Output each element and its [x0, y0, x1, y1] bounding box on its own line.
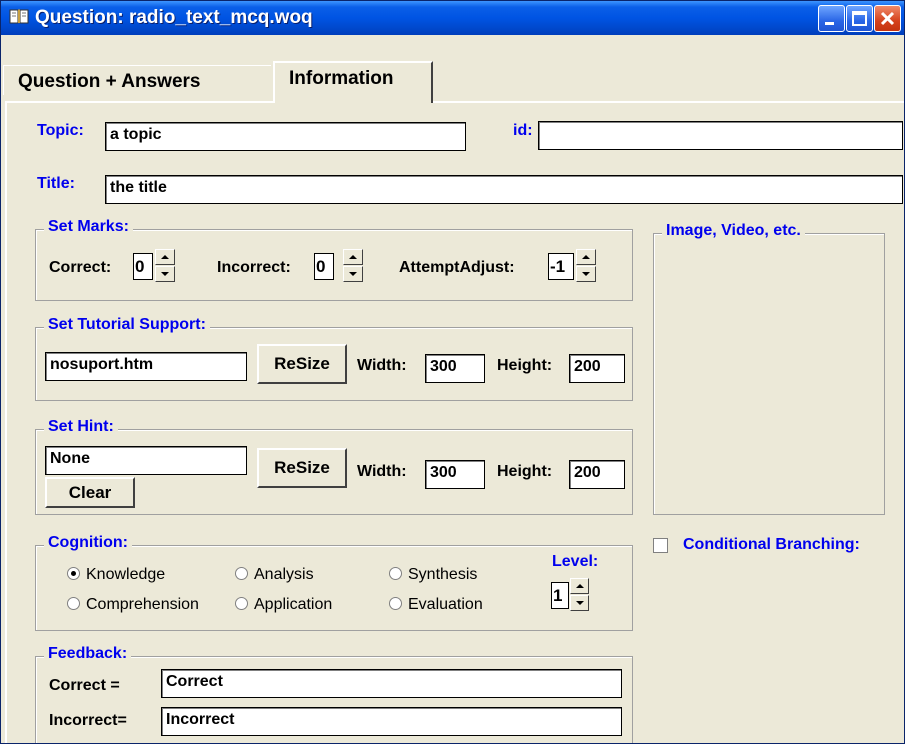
radio-icon[interactable]: [389, 567, 402, 580]
level-value[interactable]: 1: [551, 582, 569, 609]
tutorial-width-input[interactable]: 300: [425, 354, 485, 383]
level-label: Level:: [552, 553, 599, 570]
book-icon: [9, 9, 29, 24]
feedback-incorrect-input[interactable]: Incorrect: [161, 707, 622, 736]
cognition-option[interactable]: Comprehension: [67, 596, 199, 614]
feedback-incorrect-label: Incorrect=: [49, 712, 127, 729]
attempt-adjust-up[interactable]: [576, 249, 596, 265]
level-down[interactable]: [570, 595, 589, 611]
attempt-adjust-label: AttemptAdjust:: [399, 259, 515, 276]
id-label: id:: [513, 122, 533, 139]
tutorial-height-input[interactable]: 200: [569, 354, 625, 383]
title-bar[interactable]: Question: radio_text_mcq.woq: [1, 1, 904, 35]
cognition-option-label: Application: [254, 596, 333, 613]
correct-marks-label: Correct:: [49, 259, 112, 276]
maximize-button[interactable]: [846, 5, 873, 32]
media-group: Image, Video, etc.: [653, 222, 885, 515]
incorrect-marks-stepper[interactable]: 0: [314, 247, 370, 283]
window-title: Question: radio_text_mcq.woq: [35, 7, 313, 28]
cognition-option-label: Knowledge: [86, 566, 166, 583]
cognition-option[interactable]: Synthesis: [389, 566, 477, 584]
title-input[interactable]: the title: [105, 175, 903, 204]
radio-selected-icon[interactable]: [67, 567, 80, 580]
cognition-option[interactable]: Evaluation: [389, 596, 483, 614]
level-up[interactable]: [570, 578, 589, 594]
media-legend: Image, Video, etc.: [662, 222, 805, 240]
set-hint-legend: Set Hint:: [44, 418, 118, 436]
radio-icon[interactable]: [235, 597, 248, 610]
tab-question-answers[interactable]: Question + Answers: [3, 65, 271, 95]
hint-input[interactable]: None: [45, 446, 247, 475]
minimize-button[interactable]: [818, 5, 845, 32]
cognition-option[interactable]: Application: [235, 596, 332, 614]
attempt-adjust-down[interactable]: [576, 266, 596, 282]
cognition-option[interactable]: Analysis: [235, 566, 314, 584]
title-label: Title:: [37, 175, 75, 192]
incorrect-marks-value[interactable]: 0: [314, 253, 334, 280]
hint-height-input[interactable]: 200: [569, 460, 625, 489]
feedback-correct-input[interactable]: Correct: [161, 669, 622, 698]
topic-input[interactable]: a topic: [105, 122, 466, 151]
hint-clear-button[interactable]: Clear: [45, 477, 135, 508]
tutorial-resize-button[interactable]: ReSize: [257, 344, 347, 384]
attempt-adjust-stepper[interactable]: -1: [548, 247, 604, 283]
hint-resize-button[interactable]: ReSize: [257, 448, 347, 488]
close-button[interactable]: [874, 5, 901, 32]
hint-width-label: Width:: [357, 463, 407, 480]
cognition-option-label: Comprehension: [86, 596, 199, 613]
feedback-correct-label: Correct =: [49, 677, 120, 694]
cognition-legend: Cognition:: [44, 534, 132, 552]
question-window: Question: radio_text_mcq.woq Question + …: [0, 0, 905, 744]
conditional-branching-label: Conditional Branching:: [683, 536, 860, 553]
hint-height-label: Height:: [497, 463, 553, 480]
cognition-option[interactable]: Knowledge: [67, 566, 165, 584]
tutorial-support-legend: Set Tutorial Support:: [44, 316, 210, 334]
cognition-option-label: Synthesis: [408, 566, 478, 583]
incorrect-marks-label: Incorrect:: [217, 259, 291, 276]
hint-width-input[interactable]: 300: [425, 460, 485, 489]
correct-marks-up[interactable]: [155, 249, 175, 265]
cognition-option-label: Analysis: [254, 566, 314, 583]
id-input[interactable]: [538, 121, 903, 150]
maximize-icon: [852, 11, 867, 26]
close-icon: [880, 11, 895, 26]
tab-information[interactable]: Information: [273, 61, 433, 103]
incorrect-marks-up[interactable]: [343, 249, 363, 265]
correct-marks-down[interactable]: [155, 266, 175, 282]
attempt-adjust-value[interactable]: -1: [548, 253, 574, 280]
conditional-branching-checkbox[interactable]: [653, 538, 668, 553]
cognition-group: Cognition:: [35, 534, 633, 631]
level-stepper[interactable]: 1: [551, 576, 607, 612]
radio-icon[interactable]: [235, 567, 248, 580]
correct-marks-stepper[interactable]: 0: [133, 247, 189, 283]
feedback-legend: Feedback:: [44, 645, 132, 663]
topic-label: Topic:: [37, 122, 84, 139]
radio-icon[interactable]: [389, 597, 402, 610]
correct-marks-value[interactable]: 0: [133, 253, 153, 280]
incorrect-marks-down[interactable]: [343, 266, 363, 282]
set-marks-legend: Set Marks:: [44, 218, 133, 236]
tutorial-width-label: Width:: [357, 357, 407, 374]
tutorial-height-label: Height:: [497, 357, 553, 374]
radio-icon[interactable]: [67, 597, 80, 610]
tutorial-file-input[interactable]: nosuport.htm: [45, 352, 247, 381]
minimize-icon: [825, 22, 834, 25]
cognition-option-label: Evaluation: [408, 596, 483, 613]
